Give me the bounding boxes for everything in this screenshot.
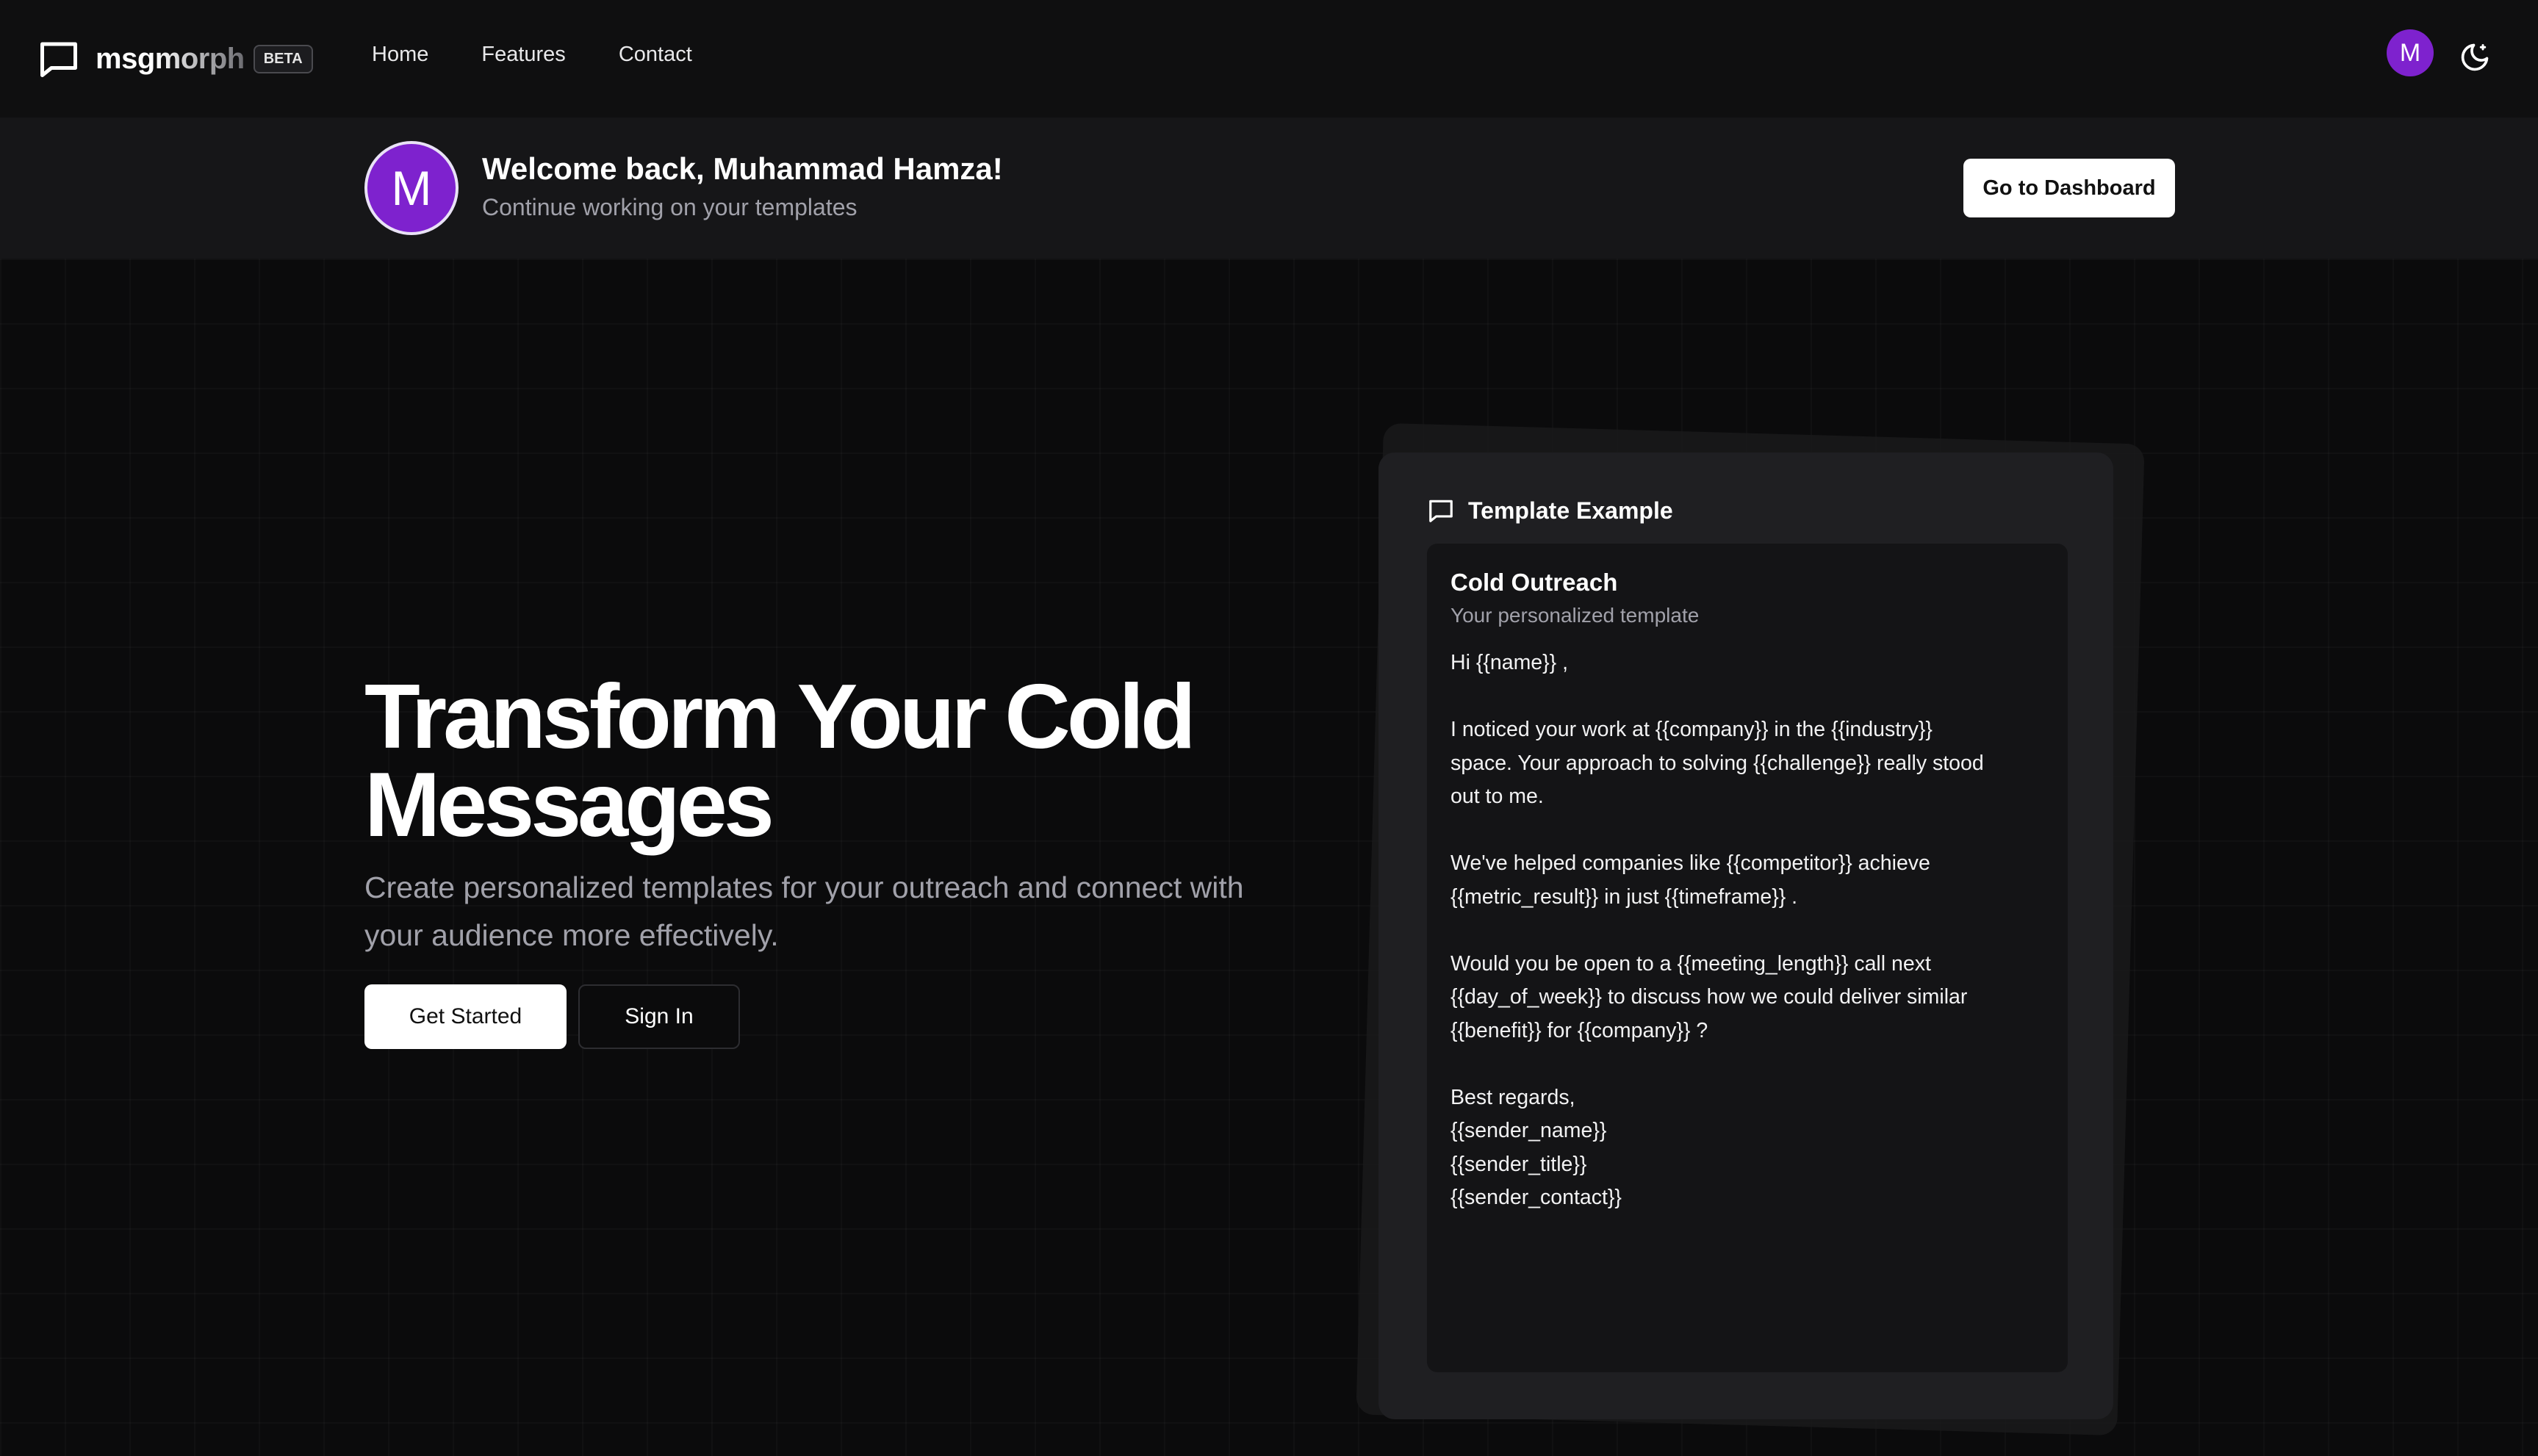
- nav-link-features[interactable]: Features: [481, 43, 565, 67]
- template-line: {{metric_result}} in just {{timeframe}} …: [1450, 884, 1798, 909]
- message-square-icon: [1429, 500, 1453, 522]
- template-line: {{benefit}} for {{company}} ?: [1450, 1018, 1708, 1042]
- template-line: Hi {{name}} ,: [1450, 651, 1569, 674]
- template-example-card: Template Example Cold Outreach Your pers…: [1378, 453, 2113, 1419]
- user-avatar[interactable]: M: [2387, 29, 2434, 76]
- go-to-dashboard-button[interactable]: Go to Dashboard: [1963, 159, 2175, 217]
- template-line: {{day_of_week}} to discuss how we could …: [1450, 985, 1968, 1009]
- template-paragraph: I noticed your work at {{company}} in th…: [1450, 713, 2053, 814]
- brand-name: msgmorph: [96, 42, 245, 75]
- hero-title: Transform Your Cold Messages: [364, 666, 1246, 856]
- welcome-banner: M Welcome back, Muhammad Hamza! Continue…: [0, 118, 2538, 259]
- nav-links: Home Features Contact: [372, 43, 692, 67]
- hero-title-line-1: Transform Your Cold: [364, 666, 1196, 768]
- template-paragraph: We've helped companies like {{competitor…: [1450, 847, 2053, 914]
- template-line: Best regards,: [1450, 1085, 1575, 1109]
- welcome-title: Welcome back, Muhammad Hamza!: [482, 151, 1003, 186]
- hero-subtitle: Create personalized templates for your o…: [364, 871, 1244, 952]
- template-line: {{sender_name}}: [1450, 1119, 1607, 1142]
- template-paragraph: Hi {{name}} ,: [1450, 646, 2053, 680]
- welcome-avatar: M: [364, 141, 459, 235]
- nav-link-home[interactable]: Home: [372, 43, 428, 67]
- message-square-icon: [40, 42, 77, 77]
- sign-in-button[interactable]: Sign In: [578, 984, 740, 1049]
- template-paragraph: Would you be open to a {{meeting_length}…: [1450, 948, 2053, 1048]
- nav-link-contact[interactable]: Contact: [619, 43, 692, 67]
- moon-icon[interactable]: [2459, 41, 2491, 73]
- template-line: out to me.: [1450, 785, 1544, 808]
- template-line: space. Your approach to solving {{challe…: [1450, 751, 1984, 775]
- card-header: Template Example: [1427, 497, 1673, 525]
- template-preview: Cold Outreach Your personalized template…: [1427, 544, 2068, 1372]
- template-title: Cold Outreach: [1450, 569, 1618, 596]
- brand-logo[interactable]: msgmorph BETA: [37, 37, 313, 81]
- card-header-title: Template Example: [1468, 497, 1673, 524]
- template-line: I noticed your work at {{company}} in th…: [1450, 718, 1933, 741]
- template-line: Would you be open to a {{meeting_length}…: [1450, 951, 1931, 976]
- welcome-subtitle: Continue working on your templates: [482, 194, 858, 220]
- template-subtitle: Your personalized template: [1450, 604, 1700, 627]
- template-signature: Best regards, {{sender_name}} {{sender_t…: [1450, 1081, 2053, 1215]
- top-nav: msgmorph BETA Home Features Contact M: [0, 0, 2538, 118]
- get-started-button[interactable]: Get Started: [364, 984, 567, 1049]
- template-line: We've helped companies like {{competitor…: [1450, 851, 1930, 875]
- template-body: Hi {{name}} , I noticed your work at {{c…: [1450, 646, 2053, 1248]
- hero-title-line-2: Messages: [364, 754, 774, 856]
- template-line: {{sender_contact}}: [1450, 1186, 1622, 1209]
- beta-badge: BETA: [253, 44, 313, 73]
- template-line: {{sender_title}}: [1450, 1152, 1587, 1176]
